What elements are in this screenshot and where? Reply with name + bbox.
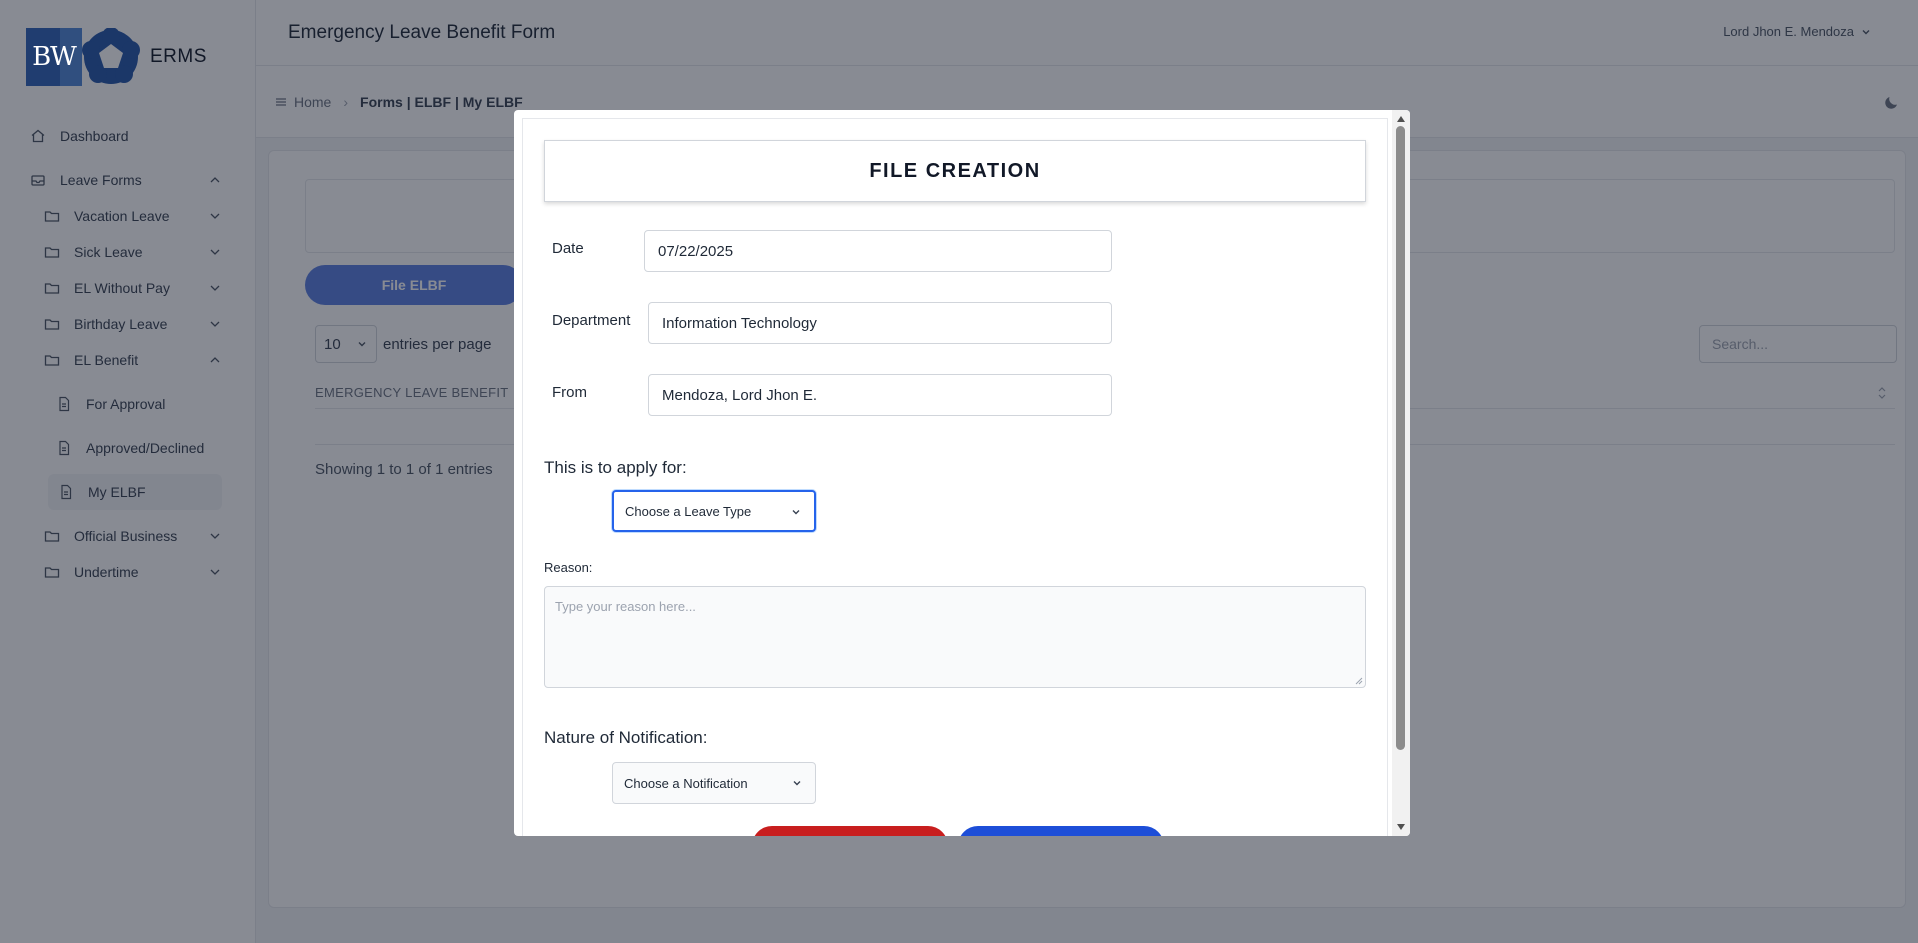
leave-type-select[interactable]: Choose a Leave Type xyxy=(612,490,816,532)
department-label: Department xyxy=(552,312,631,329)
reason-textarea[interactable]: Type your reason here... xyxy=(544,586,1366,688)
date-field[interactable]: 07/22/2025 xyxy=(644,230,1112,272)
cancel-button[interactable] xyxy=(752,826,948,836)
reason-placeholder: Type your reason here... xyxy=(555,599,696,614)
scroll-up-icon[interactable] xyxy=(1396,114,1406,124)
chevron-down-icon xyxy=(793,781,801,786)
leave-type-value: Choose a Leave Type xyxy=(625,503,752,519)
scroll-thumb[interactable] xyxy=(1396,126,1405,750)
scroll-down-icon[interactable] xyxy=(1396,822,1406,832)
notification-select[interactable]: Choose a Notification xyxy=(612,762,816,804)
notification-value: Choose a Notification xyxy=(624,775,748,791)
resize-handle-icon[interactable] xyxy=(1355,677,1363,685)
notification-label: Nature of Notification: xyxy=(544,728,708,747)
apply-for-label: This is to apply for: xyxy=(544,458,687,477)
date-label: Date xyxy=(552,240,584,257)
submit-button[interactable] xyxy=(958,826,1164,836)
department-field[interactable]: Information Technology xyxy=(648,302,1112,344)
modal-scrollbar[interactable] xyxy=(1392,110,1410,836)
file-creation-modal: FILE CREATION Date 07/22/2025 Department… xyxy=(514,110,1410,836)
chevron-down-icon xyxy=(792,510,800,515)
from-field[interactable]: Mendoza, Lord Jhon E. xyxy=(648,374,1112,416)
reason-label: Reason: xyxy=(544,560,593,575)
from-label: From xyxy=(552,384,587,401)
modal-title: FILE CREATION xyxy=(544,140,1366,202)
